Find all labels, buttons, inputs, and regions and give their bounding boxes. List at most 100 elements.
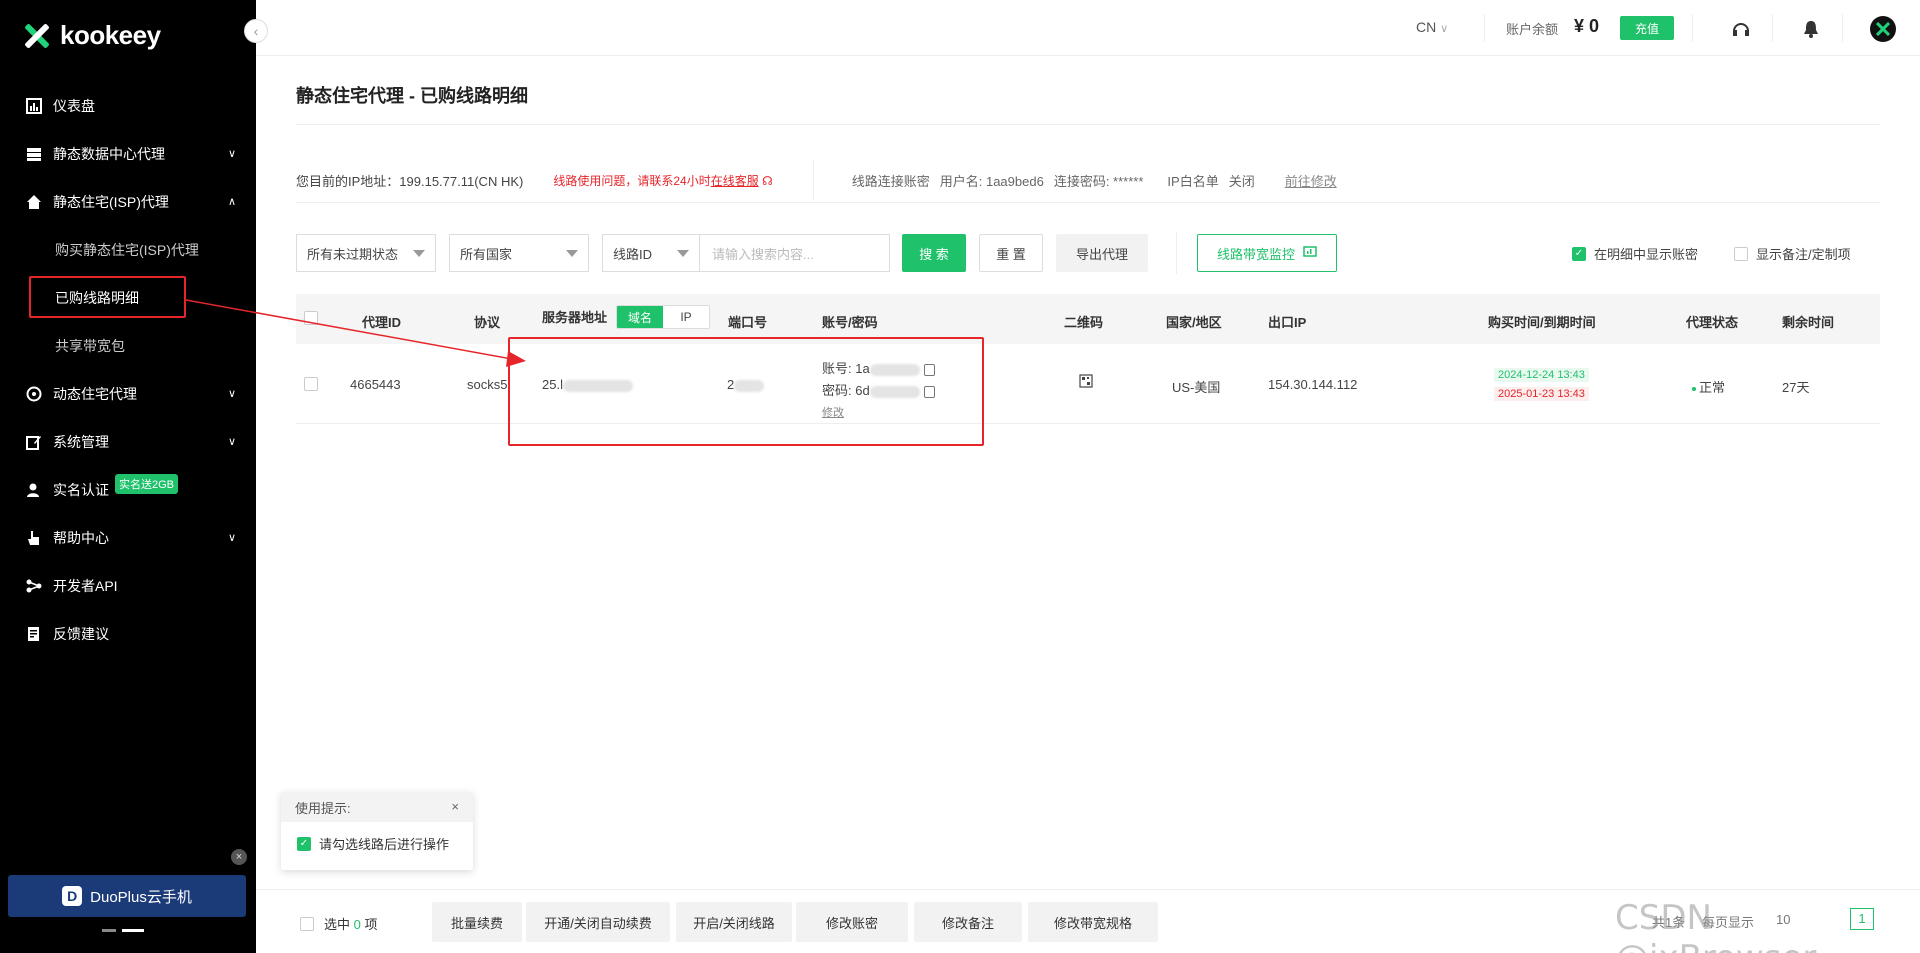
- country-filter-select[interactable]: 所有国家: [449, 234, 589, 272]
- domain-mode-button[interactable]: 域名: [617, 306, 663, 328]
- sidebar-item-system[interactable]: 系统管理 ∨: [0, 418, 256, 466]
- status-value: 正常: [1699, 380, 1726, 395]
- toggle-line-button[interactable]: 开启/关闭线路: [676, 902, 792, 942]
- chevron-down-icon: ∨: [227, 436, 236, 448]
- bell-icon[interactable]: [1800, 18, 1822, 40]
- support-warning: 线路使用问题，请联系24小时在线客服 ☊: [553, 172, 772, 189]
- balance-label: 账户余额: [1506, 22, 1559, 37]
- sidebar-item-api[interactable]: 开发者API: [0, 562, 256, 610]
- auto-renew-toggle-button[interactable]: 开通/关闭自动续费: [526, 902, 670, 942]
- bulk-select-toggle[interactable]: 选中 0 项: [300, 914, 378, 933]
- recharge-button[interactable]: 充值: [1620, 16, 1674, 40]
- bulk-renew-button[interactable]: 批量续费: [432, 902, 522, 942]
- bandwidth-monitor-button[interactable]: 线路带宽监控: [1197, 234, 1337, 272]
- password-line: 密码: 6d: [822, 380, 935, 402]
- warning-text: 线路使用问题，请联系24小时: [553, 173, 711, 188]
- cell-id: 4665443: [350, 377, 401, 392]
- show-account-label: 在明细中显示账密: [1594, 247, 1699, 262]
- sidebar-item-label: 帮助中心: [53, 530, 109, 546]
- usage-tip-popup: 使用提示: × ✓ 请勾选线路后进行操作: [281, 792, 473, 870]
- caret-down-icon: [566, 250, 578, 257]
- selected-count-text: 选中 0 项: [324, 914, 378, 933]
- select-all-checkbox[interactable]: [304, 311, 318, 325]
- status-filter-select[interactable]: 所有未过期状态: [296, 234, 436, 272]
- sidebar-subitem-label: 购买静态住宅(ISP)代理: [55, 242, 199, 258]
- country-filter-value: 所有国家: [460, 246, 513, 262]
- sidebar-item-label: 静态数据中心代理: [53, 146, 165, 162]
- col-time: 购买时间/到期时间: [1488, 315, 1596, 330]
- password-text: 连接密码: ******: [1053, 173, 1144, 189]
- edit-note-button[interactable]: 修改备注: [914, 902, 1022, 942]
- sidebar-item-dynamic[interactable]: 动态住宅代理 ∨: [0, 370, 256, 418]
- search-placeholder: 请输入搜索内容...: [712, 246, 814, 262]
- cell-country: US-美国: [1172, 380, 1221, 395]
- password-value: 6d: [855, 383, 870, 398]
- sidebar-item-isp[interactable]: 静态住宅(ISP)代理 ∧: [0, 178, 256, 226]
- user-icon: [25, 481, 43, 499]
- bandwidth-monitor-label: 线路带宽监控: [1216, 246, 1295, 262]
- ip-mode-button[interactable]: IP: [663, 306, 709, 328]
- sidebar-subitem-label: 共享带宽包: [55, 338, 125, 354]
- password-label: 密码:: [822, 383, 856, 398]
- page-1-button[interactable]: 1: [1850, 908, 1874, 930]
- online-support-link[interactable]: 在线客服: [711, 174, 759, 188]
- home-icon: [25, 193, 43, 211]
- bulk-action-bar: 选中 0 项 批量续费 开通/关闭自动续费 开启/关闭线路 修改账密 修改备注 …: [256, 889, 1920, 953]
- monitor-icon: [1303, 245, 1317, 261]
- table-row: 4665443 socks5 25.l 2 账号: 1a 密码: 6d 修改 U…: [296, 344, 1880, 424]
- carousel-dots: [102, 929, 144, 932]
- divider: [1772, 14, 1773, 42]
- brand-logo[interactable]: kookeey: [20, 20, 161, 51]
- duoplus-label: DuoPlus云手机: [90, 888, 192, 906]
- search-input[interactable]: 请输入搜索内容...: [700, 234, 890, 272]
- sidebar-subitem-shared-bandwidth[interactable]: 共享带宽包: [0, 322, 256, 370]
- cell-status: 正常: [1692, 377, 1725, 396]
- cell-account: 账号: 1a 密码: 6d 修改: [822, 358, 935, 424]
- checkbox-checked-icon: ✓: [1572, 246, 1586, 261]
- close-icon[interactable]: ×: [231, 849, 247, 865]
- status-filter-value: 所有未过期状态: [307, 246, 399, 262]
- headset-icon[interactable]: [1730, 18, 1752, 40]
- sidebar-item-dashboard[interactable]: 仪表盘: [0, 82, 256, 130]
- language-select[interactable]: CN ∨: [1416, 19, 1448, 35]
- sidebar-item-label: 静态住宅(ISP)代理: [53, 194, 169, 210]
- search-button[interactable]: 搜 索: [902, 234, 966, 272]
- cell-protocol: socks5: [467, 377, 508, 392]
- sidebar-item-help[interactable]: 帮助中心 ∨: [0, 514, 256, 562]
- edit-bandwidth-button[interactable]: 修改带宽规格: [1028, 902, 1158, 942]
- annotation-highlight-box: [29, 276, 186, 318]
- qr-code-icon[interactable]: [1079, 374, 1093, 391]
- headset-icon: ☊: [762, 173, 773, 188]
- table-header: 代理ID 协议 服务器地址 域名 IP 端口号 账号/密码 二维码 国家/地区 …: [296, 294, 1880, 344]
- redacted-mask: [869, 385, 920, 398]
- checkbox-icon: [1734, 246, 1748, 261]
- edit-credentials-button[interactable]: 修改账密: [796, 902, 908, 942]
- sidebar-item-datacenter[interactable]: 静态数据中心代理 ∨: [0, 130, 256, 178]
- collapse-sidebar-button[interactable]: ‹: [244, 19, 268, 43]
- feedback-icon: [25, 625, 43, 643]
- reset-button[interactable]: 重 置: [979, 234, 1043, 272]
- sidebar-item-feedback[interactable]: 反馈建议: [0, 610, 256, 658]
- whitelist-value: 关闭: [1228, 173, 1255, 189]
- export-button[interactable]: 导出代理: [1056, 234, 1148, 272]
- sidebar-item-verification[interactable]: 实名认证 实名送2GB: [0, 466, 256, 514]
- edit-credentials-link[interactable]: 修改: [822, 402, 935, 424]
- avatar[interactable]: [1870, 16, 1896, 42]
- dashboard-icon: [25, 97, 43, 115]
- copy-icon[interactable]: [923, 363, 935, 376]
- copy-icon[interactable]: [923, 385, 935, 398]
- language-label: CN: [1416, 19, 1437, 35]
- col-server: 服务器地址: [542, 310, 608, 325]
- balance-value: ¥ 0: [1574, 16, 1600, 36]
- duoplus-promo-banner[interactable]: D DuoPlus云手机: [8, 875, 246, 917]
- close-icon[interactable]: ×: [451, 799, 459, 814]
- edit-settings-link[interactable]: 前往修改: [1285, 171, 1337, 190]
- account-label: 账号:: [822, 361, 856, 376]
- show-account-toggle[interactable]: ✓ 在明细中显示账密: [1572, 244, 1698, 263]
- search-field-select[interactable]: 线路ID: [602, 234, 700, 272]
- sidebar-subitem-buy-isp[interactable]: 购买静态住宅(ISP)代理: [0, 226, 256, 274]
- show-note-toggle[interactable]: 显示备注/定制项: [1734, 244, 1851, 263]
- row-checkbox[interactable]: [304, 377, 318, 391]
- sidebar-item-label: 系统管理: [53, 434, 109, 450]
- page-size-select[interactable]: 10: [1776, 912, 1790, 927]
